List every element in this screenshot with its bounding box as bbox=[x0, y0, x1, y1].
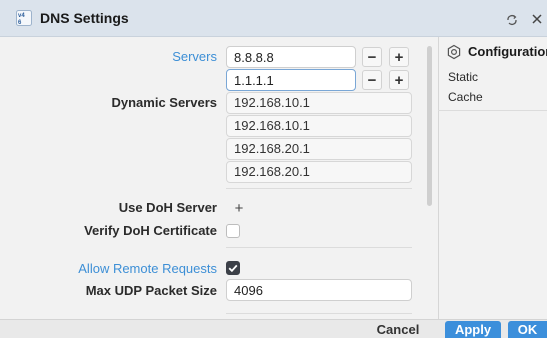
cancel-button[interactable]: Cancel bbox=[362, 321, 434, 338]
verify-doh-label: Verify DoH Certificate bbox=[84, 223, 217, 238]
config-item-static[interactable]: Static bbox=[448, 70, 478, 84]
checkmark-icon bbox=[228, 264, 238, 273]
use-doh-label: Use DoH Server bbox=[118, 200, 217, 215]
section-divider bbox=[226, 313, 412, 314]
remove-server-1-button[interactable]: − bbox=[362, 47, 382, 67]
dns-settings-window: v4 6 DNS Settings Servers − + − + Dynami… bbox=[0, 0, 547, 338]
section-divider bbox=[226, 247, 412, 248]
window-title: DNS Settings bbox=[40, 10, 129, 26]
allow-remote-checkbox[interactable] bbox=[226, 261, 240, 275]
dynamic-server-4: 192.168.20.1 bbox=[226, 161, 412, 183]
close-icon[interactable] bbox=[530, 12, 544, 26]
dynamic-servers-label: Dynamic Servers bbox=[111, 95, 217, 110]
ok-button[interactable]: OK bbox=[508, 321, 547, 338]
scrollbar-thumb[interactable] bbox=[427, 46, 432, 206]
dynamic-server-2: 192.168.10.1 bbox=[226, 115, 412, 137]
max-udp-input[interactable] bbox=[226, 279, 412, 301]
server-input-2[interactable] bbox=[226, 69, 356, 91]
dns-icon: v4 6 bbox=[16, 10, 32, 26]
configuration-title: Configuration bbox=[468, 44, 547, 59]
add-server-2-button[interactable]: + bbox=[389, 70, 409, 90]
server-input-1[interactable] bbox=[226, 46, 356, 68]
add-server-1-button[interactable]: + bbox=[389, 47, 409, 67]
add-doh-server-button[interactable]: + bbox=[229, 198, 249, 218]
config-item-cache[interactable]: Cache bbox=[448, 90, 483, 104]
verify-doh-checkbox[interactable] bbox=[226, 224, 240, 238]
allow-remote-label: Allow Remote Requests bbox=[78, 261, 217, 276]
max-udp-label: Max UDP Packet Size bbox=[85, 283, 217, 298]
svg-text:v4: v4 bbox=[18, 13, 25, 19]
settings-icon bbox=[447, 44, 461, 60]
section-divider bbox=[226, 188, 412, 189]
apply-button[interactable]: Apply bbox=[445, 321, 501, 338]
dynamic-server-3: 192.168.20.1 bbox=[226, 138, 412, 160]
refresh-icon[interactable] bbox=[505, 13, 519, 27]
title-bar: v4 6 DNS Settings bbox=[0, 0, 547, 37]
remove-server-2-button[interactable]: − bbox=[362, 70, 382, 90]
dynamic-server-1: 192.168.10.1 bbox=[226, 92, 412, 114]
panel-divider bbox=[438, 110, 547, 111]
servers-label: Servers bbox=[172, 49, 217, 64]
